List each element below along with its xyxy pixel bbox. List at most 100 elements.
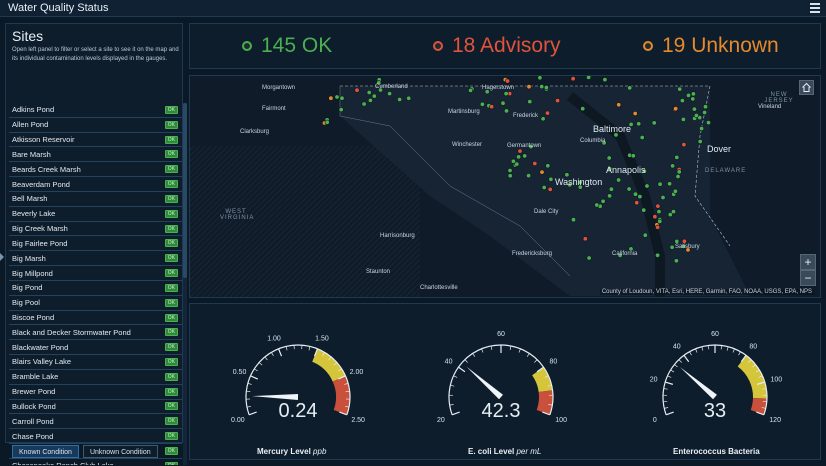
site-marker[interactable] — [526, 173, 530, 177]
site-marker[interactable] — [335, 95, 339, 99]
site-marker[interactable] — [631, 154, 635, 158]
site-marker[interactable] — [397, 97, 401, 101]
site-list-item[interactable]: Bullock PondOK — [9, 400, 182, 415]
site-marker[interactable] — [703, 105, 707, 109]
site-marker[interactable] — [658, 182, 662, 186]
site-marker[interactable] — [545, 111, 549, 115]
site-marker[interactable] — [698, 139, 702, 143]
site-marker[interactable] — [583, 237, 587, 241]
site-marker[interactable] — [671, 209, 675, 213]
expand-panel-arrow-icon[interactable] — [0, 253, 4, 261]
site-marker[interactable] — [681, 117, 685, 121]
site-marker[interactable] — [339, 107, 343, 111]
site-marker[interactable] — [652, 121, 656, 125]
site-marker[interactable] — [480, 102, 484, 106]
site-marker[interactable] — [601, 199, 605, 203]
site-marker[interactable] — [549, 177, 553, 181]
site-marker[interactable] — [555, 98, 559, 102]
site-marker[interactable] — [533, 161, 537, 165]
site-marker[interactable] — [627, 187, 631, 191]
site-list-item[interactable]: Big PoolOK — [9, 296, 182, 311]
site-marker[interactable] — [544, 85, 548, 89]
site-list-scrollbar[interactable] — [183, 103, 187, 465]
hamburger-menu-icon[interactable] — [810, 1, 820, 13]
site-marker[interactable] — [682, 239, 686, 243]
site-marker[interactable] — [642, 208, 646, 212]
zoom-in-button[interactable]: + — [800, 254, 816, 270]
site-marker[interactable] — [540, 84, 544, 88]
site-marker[interactable] — [616, 178, 620, 182]
site-marker[interactable] — [528, 99, 532, 103]
site-marker[interactable] — [541, 117, 545, 121]
site-marker[interactable] — [674, 107, 678, 111]
site-marker[interactable] — [637, 122, 641, 126]
site-marker[interactable] — [657, 209, 661, 213]
site-marker[interactable] — [523, 154, 527, 158]
site-marker[interactable] — [329, 96, 333, 100]
site-marker[interactable] — [676, 174, 680, 178]
site-marker[interactable] — [372, 94, 376, 98]
site-list-item[interactable]: Bare MarshOK — [9, 147, 182, 162]
site-marker[interactable] — [667, 182, 671, 186]
site-list-item[interactable]: Bell MarshOK — [9, 192, 182, 207]
zoom-out-button[interactable]: − — [800, 270, 816, 286]
site-marker[interactable] — [367, 90, 371, 94]
site-marker[interactable] — [542, 185, 546, 189]
site-marker[interactable] — [489, 105, 493, 109]
site-marker[interactable] — [674, 259, 678, 263]
site-marker[interactable] — [675, 155, 679, 159]
site-marker[interactable] — [691, 92, 695, 96]
site-marker[interactable] — [702, 110, 706, 114]
site-marker[interactable] — [355, 88, 359, 92]
site-marker[interactable] — [675, 239, 679, 243]
scrollbar-thumb[interactable] — [183, 103, 187, 278]
site-marker[interactable] — [540, 170, 544, 174]
site-marker[interactable] — [682, 142, 686, 146]
site-list-item[interactable]: Beards Creek MarshOK — [9, 162, 182, 177]
site-list-item[interactable]: Allen PondOK — [9, 118, 182, 133]
site-marker[interactable] — [607, 194, 611, 198]
site-marker[interactable] — [686, 93, 690, 97]
site-list-item[interactable]: Carroll PondOK — [9, 414, 182, 429]
site-list-item[interactable]: Blairs Valley LakeOK — [9, 355, 182, 370]
site-list-item[interactable]: Big PondOK — [9, 281, 182, 296]
unknown-condition-button[interactable]: Unknown Condition — [83, 445, 158, 458]
site-marker[interactable] — [692, 107, 696, 111]
site-marker[interactable] — [670, 245, 674, 249]
site-marker[interactable] — [325, 120, 329, 124]
site-marker[interactable] — [546, 164, 550, 168]
site-marker[interactable] — [501, 101, 505, 105]
site-marker[interactable] — [515, 162, 519, 166]
site-marker[interactable] — [468, 88, 472, 92]
site-marker[interactable] — [504, 91, 508, 95]
site-marker[interactable] — [656, 204, 660, 208]
site-marker[interactable] — [628, 86, 632, 90]
site-marker[interactable] — [581, 107, 585, 111]
site-marker[interactable] — [680, 98, 684, 102]
site-list-item[interactable]: Big MillpondOK — [9, 266, 182, 281]
site-list-item[interactable]: Adkins PondOK — [9, 103, 182, 118]
site-list-item[interactable]: Big Creek MarshOK — [9, 222, 182, 237]
site-marker[interactable] — [635, 201, 639, 205]
site-list-item[interactable]: Chesapeake Ranch Club LakeOK — [9, 459, 182, 465]
site-marker[interactable] — [655, 225, 659, 229]
site-marker[interactable] — [678, 87, 682, 91]
site-marker[interactable] — [516, 155, 520, 159]
site-marker[interactable] — [387, 91, 391, 95]
site-marker[interactable] — [548, 187, 552, 191]
site-marker[interactable] — [587, 256, 591, 260]
site-list-item[interactable]: Beaverdam PondOK — [9, 177, 182, 192]
site-marker[interactable] — [655, 253, 659, 257]
site-marker[interactable] — [699, 126, 703, 130]
site-marker[interactable] — [706, 120, 710, 124]
site-marker[interactable] — [527, 85, 531, 89]
site-marker[interactable] — [638, 194, 642, 198]
site-marker[interactable] — [640, 135, 644, 139]
site-list-item[interactable]: Beverly LakeOK — [9, 207, 182, 222]
known-condition-button[interactable]: Known Condition — [12, 445, 79, 458]
site-list-item[interactable]: Biscoe PondOK — [9, 311, 182, 326]
site-marker[interactable] — [670, 164, 674, 168]
site-marker[interactable] — [677, 170, 681, 174]
site-marker[interactable] — [691, 97, 695, 101]
site-marker[interactable] — [407, 96, 411, 100]
